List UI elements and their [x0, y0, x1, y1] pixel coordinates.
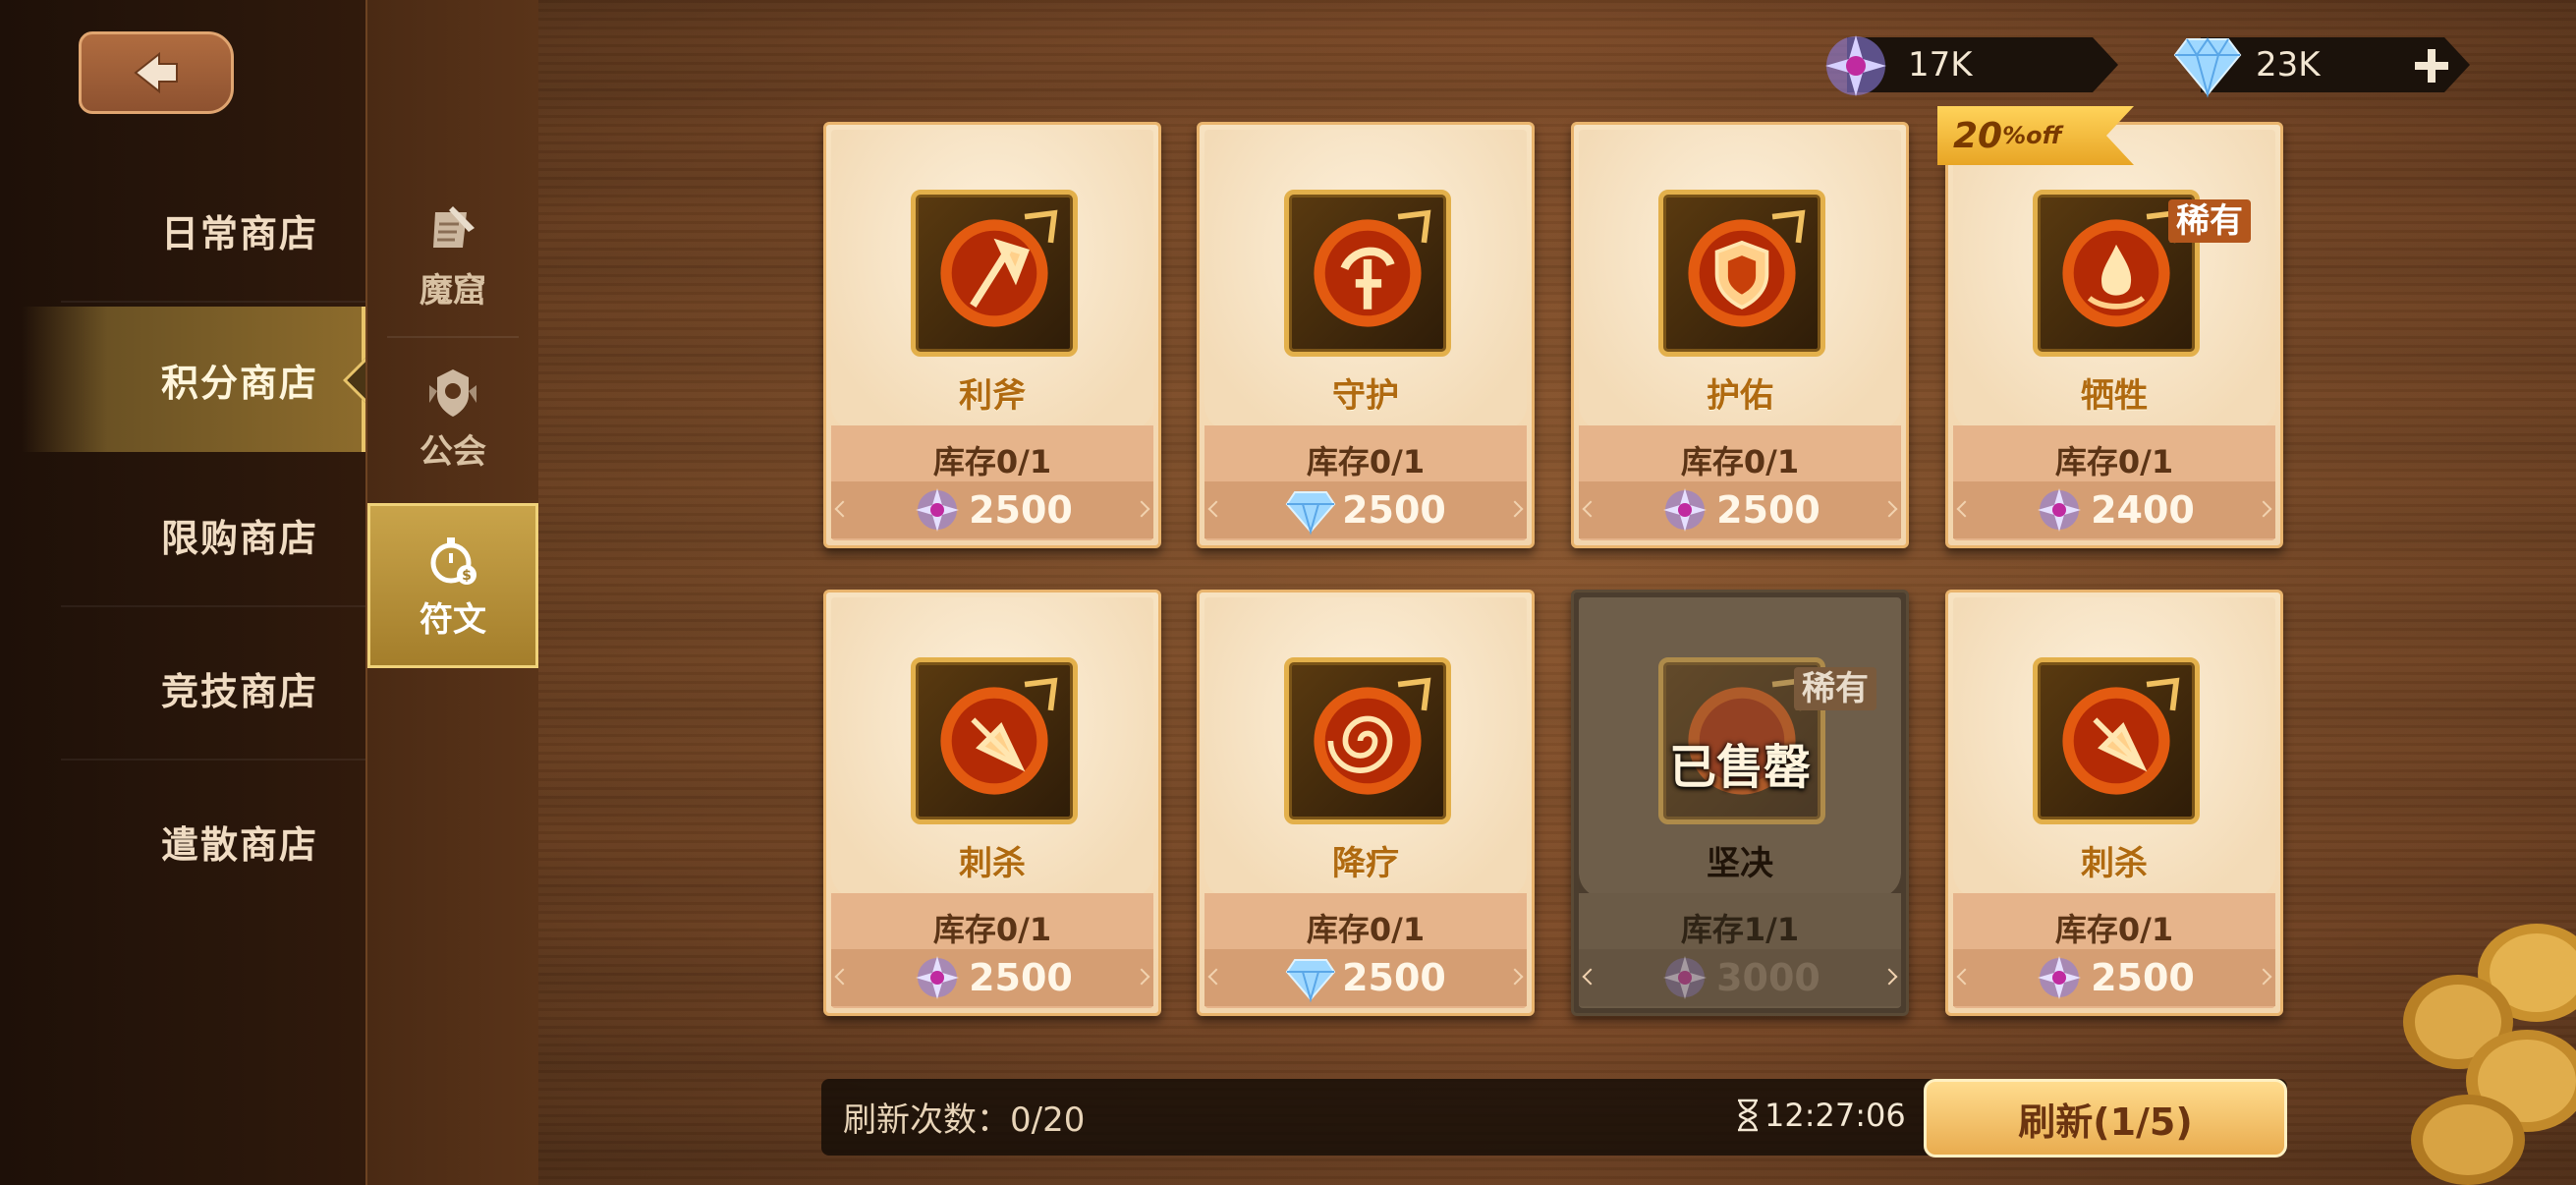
item-stock: 库存0/1 — [1306, 443, 1426, 480]
nav-item-daily-shop[interactable]: 日常商店 — [22, 157, 365, 303]
item-name: 守护 — [1332, 376, 1399, 416]
diamond-icon — [1285, 959, 1336, 1003]
item-price: 2500 — [1574, 486, 1906, 534]
shop-item-card[interactable]: 利斧 库存0/1 2500 — [823, 122, 1161, 548]
hourglass-icon — [1738, 1099, 1758, 1132]
guild-crest-icon — [429, 368, 476, 417]
crystal-icon — [916, 956, 960, 999]
nav-item-label: 日常商店 — [160, 211, 318, 255]
diamond-icon — [2173, 37, 2242, 98]
scroll-quill-icon — [433, 205, 475, 248]
item-stock: 库存0/1 — [2054, 911, 2174, 948]
price-value: 3000 — [1716, 956, 1820, 999]
nav-item-label: 遣散商店 — [160, 822, 318, 867]
price-value: 2500 — [1342, 956, 1446, 999]
add-diamond-button[interactable] — [2413, 47, 2450, 85]
nav-item-label: 积分商店 — [160, 361, 318, 405]
diamond-icon — [1285, 491, 1336, 536]
svg-text:$: $ — [462, 568, 472, 584]
rune-icon-guard — [1284, 190, 1451, 357]
nav-item-limited-shop[interactable]: 限购商店 — [22, 462, 365, 607]
stopwatch-coin-icon: $ — [430, 536, 476, 585]
item-stock: 库存0/1 — [1680, 443, 1800, 480]
item-price: 2500 — [1948, 954, 2280, 1001]
rune-icon-heal-reduction — [1284, 657, 1451, 824]
item-name: 刺杀 — [959, 844, 1026, 883]
shop-item-card[interactable]: 刺杀 库存0/1 2500 — [823, 590, 1161, 1016]
refresh-count: 刷新次数：0/20 — [843, 1100, 1086, 1140]
rare-badge: 稀有 — [2168, 199, 2251, 243]
subnav-item-guild[interactable]: 公会 — [367, 338, 538, 497]
shop-item-card[interactable]: 降疗 库存0/1 2500 — [1197, 590, 1535, 1016]
rune-icon-axe — [911, 190, 1078, 357]
discount-ribbon: 20 %off — [1937, 106, 2134, 165]
crystal-icon — [2038, 956, 2082, 999]
item-stock: 库存0/1 — [932, 443, 1052, 480]
item-price: 2500 — [1200, 954, 1532, 1003]
item-price: 2500 — [826, 486, 1158, 534]
shop-item-card[interactable]: 稀有 已售罄 坚决 库存1/1 3000 — [1571, 590, 1909, 1016]
item-name: 降疗 — [1332, 844, 1399, 883]
refresh-timer: 12:27:06 — [1735, 1097, 1906, 1134]
subnav-label: 公会 — [420, 431, 486, 472]
sold-out-label: 已售罄 — [1668, 740, 1811, 795]
item-stock: 库存0/1 — [2054, 443, 2174, 480]
item-stock: 库存0/1 — [932, 911, 1052, 948]
back-arrow-icon — [134, 51, 178, 94]
rune-icon-assassinate — [911, 657, 1078, 824]
sub-navigation: 魔窟 公会 $ 符文 — [365, 0, 538, 1185]
item-name: 利斧 — [959, 376, 1026, 416]
discount-suffix: %off — [2002, 122, 2062, 149]
rune-icon-assassinate — [2033, 657, 2200, 824]
price-value: 2500 — [1716, 488, 1820, 532]
nav-item-disband-shop[interactable]: 遣散商店 — [22, 768, 365, 914]
item-name: 坚决 — [1707, 844, 1773, 883]
rare-badge: 稀有 — [1794, 667, 1876, 710]
timer-value: 12:27:06 — [1764, 1097, 1906, 1134]
back-button[interactable] — [79, 31, 234, 114]
item-price: 2400 — [1948, 486, 2280, 534]
subnav-item-rune[interactable]: $ 符文 — [367, 503, 538, 668]
price-value: 2500 — [2091, 956, 2195, 999]
item-name: 刺杀 — [2081, 844, 2148, 883]
item-stock: 库存0/1 — [1306, 911, 1426, 948]
discount-value: 20 — [1953, 115, 2003, 156]
item-name: 牺牲 — [2081, 376, 2148, 416]
diamond-amount: 23K — [2256, 45, 2321, 85]
crystal-icon — [1663, 488, 1708, 532]
nav-item-label: 竞技商店 — [160, 669, 318, 713]
shop-item-card[interactable]: 稀有 牺牲 库存0/1 2400 — [1945, 122, 2283, 548]
price-value: 2500 — [1342, 488, 1446, 532]
item-stock: 库存1/1 — [1680, 911, 1800, 948]
subnav-label: 符文 — [420, 599, 486, 640]
crystal-icon — [916, 488, 960, 532]
price-value: 2400 — [2091, 488, 2195, 532]
item-name: 护佑 — [1707, 376, 1773, 416]
nav-item-arena-shop[interactable]: 竞技商店 — [22, 615, 365, 761]
subnav-item-cave[interactable]: 魔窟 — [367, 177, 538, 336]
price-value: 2500 — [969, 956, 1073, 999]
shop-item-card[interactable]: 护佑 库存0/1 2500 — [1571, 122, 1909, 548]
crystal-amount: 17K — [1908, 45, 1973, 85]
crystal-icon — [2038, 488, 2082, 532]
main-sidebar: 日常商店 积分商店 限购商店 竞技商店 遣散商店 — [0, 0, 365, 1185]
nav-item-points-shop[interactable]: 积分商店 — [22, 307, 365, 452]
shop-item-card[interactable]: 刺杀 库存0/1 2500 — [1945, 590, 2283, 1016]
rune-icon-shield — [1658, 190, 1825, 357]
item-price: 2500 — [826, 954, 1158, 1001]
refresh-button[interactable]: 刷新(1/5) — [1924, 1079, 2287, 1157]
crystal-icon — [1825, 35, 1886, 96]
shop-item-card[interactable]: 守护 库存0/1 2500 — [1197, 122, 1535, 548]
item-price: 2500 — [1200, 486, 1532, 536]
nav-item-label: 限购商店 — [160, 516, 318, 560]
price-value: 2500 — [969, 488, 1073, 532]
gold-coins-decoration — [2403, 924, 2576, 1185]
crystal-icon — [1663, 956, 1708, 999]
item-price: 3000 — [1574, 954, 1906, 1001]
subnav-label: 魔窟 — [420, 270, 486, 310]
